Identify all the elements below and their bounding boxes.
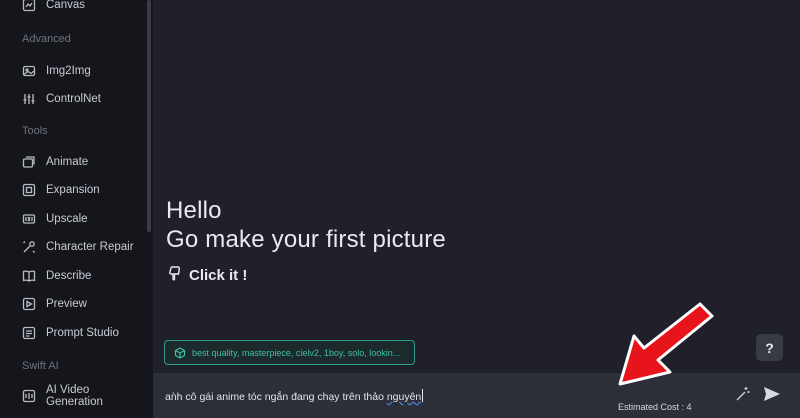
magic-wand-icon[interactable] (735, 386, 751, 402)
section-title-swift-ai: Swift AI (22, 360, 59, 372)
canvas-icon (22, 0, 36, 12)
sidebar-item-label: Character Repair (46, 241, 134, 253)
sidebar-item-animate[interactable]: Animate (22, 151, 147, 173)
book-icon (22, 269, 36, 283)
sidebar-item-canvas[interactable]: Canvas (22, 0, 147, 16)
sliders-icon (22, 92, 36, 106)
sidebar-item-label: Upscale (46, 213, 88, 225)
sidebar-item-upscale[interactable]: Upscale (22, 208, 147, 230)
preview-icon (22, 297, 36, 311)
sidebar-item-expansion[interactable]: Expansion (22, 179, 147, 201)
sidebar-item-label: Preview (46, 298, 87, 310)
prompt-input[interactable]: aǹh cô gái anime tóc ngắn đang chạy trên… (165, 389, 424, 403)
video-icon (22, 389, 36, 403)
section-title-advanced: Advanced (22, 33, 71, 45)
send-button[interactable] (762, 384, 782, 404)
sidebar-item-label: Prompt Studio (46, 327, 119, 339)
prompt-suggestion-chip[interactable]: best quality, masterpiece, cielv2, 1boy,… (164, 340, 415, 365)
expand-icon (22, 183, 36, 197)
welcome-line-2: Go make your first picture (166, 226, 446, 253)
hand-pointing-down-icon (166, 265, 189, 286)
cube-icon (174, 346, 186, 359)
sidebar-item-label: Describe (46, 270, 92, 282)
prompt-input-text: aǹh cô gái anime tóc ngắn đang chạy trên… (165, 391, 387, 403)
upscale-icon (22, 212, 36, 226)
sidebar-item-describe[interactable]: Describe (22, 265, 147, 287)
animate-icon (22, 155, 36, 169)
sidebar-item-label: Expansion (46, 184, 100, 196)
sidebar-item-label: Animate (46, 156, 89, 168)
sidebar-item-label: AI Video Generation (46, 384, 103, 408)
sidebar-item-label: Img2Img (46, 65, 91, 77)
sidebar: Canvas Advanced Img2Img ControlNet Tools… (0, 0, 153, 418)
sidebar-item-controlnet[interactable]: ControlNet (22, 88, 147, 110)
send-icon (764, 387, 780, 401)
sidebar-scrollbar[interactable] (147, 0, 151, 232)
image-icon (22, 64, 36, 78)
welcome-heading: Hello Go make your first picture (166, 196, 446, 254)
welcome-line-1: Hello (166, 197, 222, 224)
sidebar-item-prompt-studio[interactable]: Prompt Studio (22, 322, 147, 344)
sidebar-item-preview[interactable]: Preview (22, 293, 147, 315)
spellcheck-word: nguyên (386, 391, 422, 403)
studio-icon (22, 326, 36, 340)
repair-icon (22, 240, 36, 254)
help-button[interactable]: ? (756, 334, 783, 361)
sidebar-item-label: ControlNet (46, 93, 101, 105)
text-caret (422, 389, 424, 402)
sidebar-item-ai-video-generation[interactable]: AI Video Generation (22, 384, 147, 408)
section-title-tools: Tools (22, 125, 48, 137)
sidebar-item-character-repair[interactable]: Character Repair (22, 236, 147, 258)
click-it-hint[interactable]: Click it ! (166, 265, 247, 286)
suggestion-text: best quality, masterpiece, cielv2, 1boy,… (192, 347, 401, 358)
sidebar-item-img2img[interactable]: Img2Img (22, 60, 147, 82)
red-arrow-annotation (618, 302, 714, 386)
estimated-cost: Estimated Cost : 4 (618, 402, 692, 412)
sidebar-item-label: Canvas (46, 0, 85, 11)
click-it-label: Click it ! (189, 267, 248, 284)
